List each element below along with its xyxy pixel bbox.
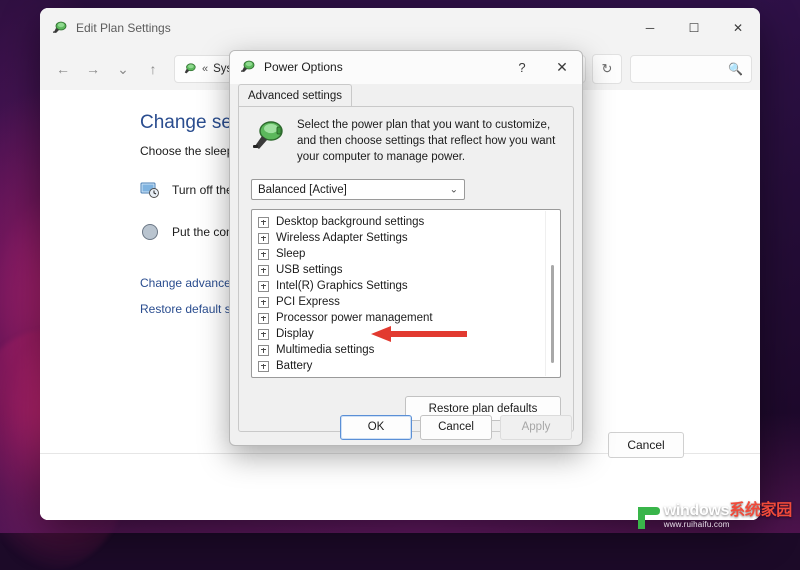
list-item-label: USB settings bbox=[276, 264, 343, 276]
dialog-intro: Select the power plan that you want to c… bbox=[251, 117, 561, 165]
list-item[interactable]: Desktop background settings bbox=[258, 214, 560, 230]
power-plan-value: Balanced [Active] bbox=[258, 183, 347, 196]
display-off-icon bbox=[140, 182, 159, 198]
list-item[interactable]: PCI Express bbox=[258, 294, 560, 310]
minimize-button[interactable]: ─ bbox=[628, 8, 672, 48]
list-item-label: Intel(R) Graphics Settings bbox=[276, 280, 408, 292]
dialog-tabstrip: Advanced settings bbox=[230, 84, 582, 107]
list-item-label: PCI Express bbox=[276, 296, 340, 308]
scrollbar-thumb[interactable] bbox=[551, 265, 554, 363]
watermark-logo-icon bbox=[637, 507, 660, 529]
breadcrumb-overflow-chevrons[interactable]: « bbox=[202, 63, 208, 75]
expand-plus-icon[interactable] bbox=[258, 280, 269, 292]
expand-plus-icon[interactable] bbox=[258, 328, 269, 340]
expand-plus-icon[interactable] bbox=[258, 216, 269, 228]
ok-button[interactable]: OK bbox=[340, 414, 412, 440]
back-button[interactable]: ← bbox=[48, 54, 78, 84]
expand-plus-icon[interactable] bbox=[258, 264, 269, 276]
search-icon: 🔍 bbox=[728, 62, 743, 76]
expand-plus-icon[interactable] bbox=[258, 344, 269, 356]
list-item-label: Processor power management bbox=[276, 312, 433, 324]
list-item-label: Desktop background settings bbox=[276, 216, 425, 228]
expand-plus-icon[interactable] bbox=[258, 232, 269, 244]
window-controls: ─ ☐ ✕ bbox=[628, 8, 760, 48]
list-item-label: Display bbox=[276, 328, 314, 340]
list-item[interactable]: Sleep bbox=[258, 246, 560, 262]
cancel-button[interactable]: Cancel bbox=[608, 432, 684, 458]
maximize-button[interactable]: ☐ bbox=[672, 8, 716, 48]
tab-advanced-settings[interactable]: Advanced settings bbox=[238, 84, 352, 107]
list-item-label: Wireless Adapter Settings bbox=[276, 232, 408, 244]
window-titlebar: Edit Plan Settings ─ ☐ ✕ bbox=[40, 8, 760, 48]
expand-plus-icon[interactable] bbox=[258, 296, 269, 308]
power-plug-icon bbox=[53, 21, 67, 33]
watermark-text: windows系统家园 www.ruihaifu.com bbox=[663, 502, 793, 529]
power-plug-large-icon bbox=[253, 121, 283, 149]
expand-plus-icon[interactable] bbox=[258, 312, 269, 324]
list-item-label: Battery bbox=[276, 360, 313, 372]
list-item[interactable]: USB settings bbox=[258, 262, 560, 278]
search-box[interactable]: 🔍 bbox=[630, 55, 752, 83]
expand-plus-icon[interactable] bbox=[258, 360, 269, 372]
list-item[interactable]: Multimedia settings bbox=[258, 342, 560, 358]
sleep-icon bbox=[142, 224, 158, 240]
refresh-button[interactable]: ↻ bbox=[592, 54, 622, 84]
watermark-brand-cn: 系统家园 bbox=[729, 502, 792, 519]
list-item[interactable]: Wireless Adapter Settings bbox=[258, 230, 560, 246]
watermark-brand-en: windows bbox=[663, 502, 730, 519]
list-item[interactable]: Battery bbox=[258, 358, 560, 374]
list-item[interactable]: Intel(R) Graphics Settings bbox=[258, 278, 560, 294]
list-item-label: Multimedia settings bbox=[276, 344, 375, 356]
advanced-settings-listbox[interactable]: Desktop background settings Wireless Adap… bbox=[251, 209, 561, 378]
up-button[interactable]: ↑ bbox=[138, 54, 168, 84]
power-plug-icon bbox=[241, 60, 255, 72]
list-item-label: Sleep bbox=[276, 248, 306, 260]
power-plan-dropdown[interactable]: Balanced [Active] ⌄ bbox=[251, 179, 465, 200]
dialog-body: Select the power plan that you want to c… bbox=[238, 106, 574, 432]
apply-button: Apply bbox=[500, 414, 572, 440]
watermark-brand: windows系统家园 bbox=[663, 502, 793, 519]
dialog-button-bar: OK Cancel Apply bbox=[230, 409, 582, 445]
power-options-dialog: Power Options ? ✕ Advanced settings Sele… bbox=[229, 50, 583, 446]
power-plug-icon bbox=[184, 63, 196, 74]
list-item[interactable]: Processor power management bbox=[258, 310, 560, 326]
dialog-intro-text: Select the power plan that you want to c… bbox=[297, 119, 556, 163]
chevron-down-icon: ⌄ bbox=[449, 184, 458, 195]
dialog-cancel-button[interactable]: Cancel bbox=[420, 414, 492, 440]
advanced-settings-list: Desktop background settings Wireless Adap… bbox=[252, 210, 560, 374]
expand-plus-icon[interactable] bbox=[258, 248, 269, 260]
recent-locations-button[interactable]: ⌄ bbox=[108, 54, 138, 84]
dialog-close-button[interactable]: ✕ bbox=[542, 51, 582, 83]
watermark-url: www.ruihaifu.com bbox=[663, 520, 730, 529]
watermark: windows系统家园 www.ruihaifu.com bbox=[637, 502, 793, 529]
forward-button[interactable]: → bbox=[78, 54, 108, 84]
dialog-titlebar: Power Options ? ✕ bbox=[230, 51, 582, 84]
close-button[interactable]: ✕ bbox=[716, 8, 760, 48]
window-title: Edit Plan Settings bbox=[76, 21, 171, 35]
dialog-title: Power Options bbox=[264, 60, 343, 74]
help-button[interactable]: ? bbox=[502, 51, 542, 83]
list-scrollbar[interactable] bbox=[545, 211, 559, 376]
list-item[interactable]: Display bbox=[258, 326, 560, 342]
